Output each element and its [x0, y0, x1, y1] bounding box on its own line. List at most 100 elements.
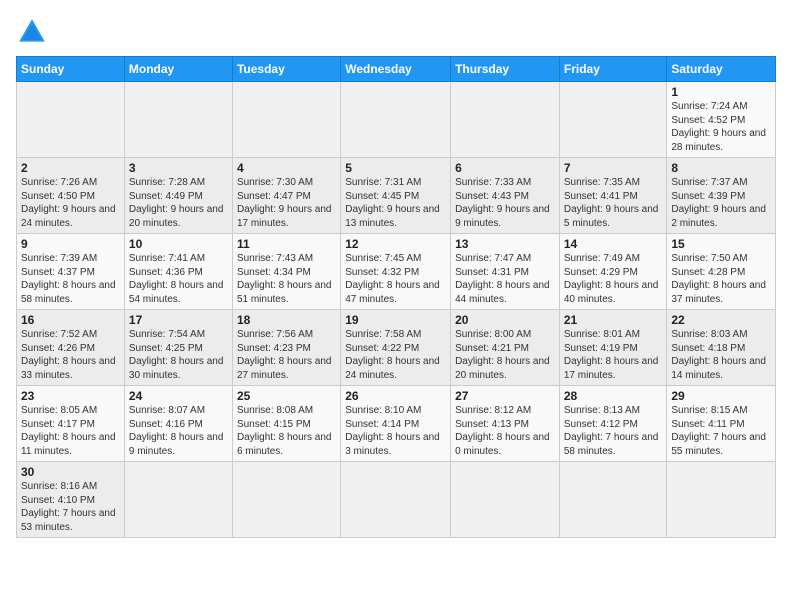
day-cell: 24Sunrise: 8:07 AM Sunset: 4:16 PM Dayli…: [124, 386, 232, 462]
day-info: Sunrise: 7:30 AM Sunset: 4:47 PM Dayligh…: [237, 176, 336, 230]
day-cell: [451, 82, 560, 158]
header-monday: Monday: [124, 57, 232, 82]
week-row-3: 16Sunrise: 7:52 AM Sunset: 4:26 PM Dayli…: [17, 310, 776, 386]
day-number: 12: [345, 237, 446, 251]
day-cell: 15Sunrise: 7:50 AM Sunset: 4:28 PM Dayli…: [667, 234, 776, 310]
day-cell: 6Sunrise: 7:33 AM Sunset: 4:43 PM Daylig…: [451, 158, 560, 234]
day-info: Sunrise: 7:24 AM Sunset: 4:52 PM Dayligh…: [671, 100, 771, 154]
day-cell: 28Sunrise: 8:13 AM Sunset: 4:12 PM Dayli…: [559, 386, 667, 462]
calendar-body: 1Sunrise: 7:24 AM Sunset: 4:52 PM Daylig…: [17, 82, 776, 538]
day-cell: 5Sunrise: 7:31 AM Sunset: 4:45 PM Daylig…: [341, 158, 451, 234]
day-cell: 30Sunrise: 8:16 AM Sunset: 4:10 PM Dayli…: [17, 462, 125, 538]
day-cell: 8Sunrise: 7:37 AM Sunset: 4:39 PM Daylig…: [667, 158, 776, 234]
day-cell: [341, 462, 451, 538]
day-info: Sunrise: 7:58 AM Sunset: 4:22 PM Dayligh…: [345, 328, 446, 382]
week-row-4: 23Sunrise: 8:05 AM Sunset: 4:17 PM Dayli…: [17, 386, 776, 462]
day-number: 28: [564, 389, 663, 403]
day-info: Sunrise: 8:03 AM Sunset: 4:18 PM Dayligh…: [671, 328, 771, 382]
day-number: 22: [671, 313, 771, 327]
day-info: Sunrise: 7:31 AM Sunset: 4:45 PM Dayligh…: [345, 176, 446, 230]
header-friday: Friday: [559, 57, 667, 82]
day-info: Sunrise: 7:56 AM Sunset: 4:23 PM Dayligh…: [237, 328, 336, 382]
week-row-2: 9Sunrise: 7:39 AM Sunset: 4:37 PM Daylig…: [17, 234, 776, 310]
day-cell: [232, 82, 340, 158]
day-info: Sunrise: 8:01 AM Sunset: 4:19 PM Dayligh…: [564, 328, 663, 382]
day-info: Sunrise: 7:37 AM Sunset: 4:39 PM Dayligh…: [671, 176, 771, 230]
day-cell: 20Sunrise: 8:00 AM Sunset: 4:21 PM Dayli…: [451, 310, 560, 386]
day-info: Sunrise: 8:00 AM Sunset: 4:21 PM Dayligh…: [455, 328, 555, 382]
day-info: Sunrise: 8:16 AM Sunset: 4:10 PM Dayligh…: [21, 480, 120, 534]
day-number: 27: [455, 389, 555, 403]
calendar-header: SundayMondayTuesdayWednesdayThursdayFrid…: [17, 57, 776, 82]
day-cell: 27Sunrise: 8:12 AM Sunset: 4:13 PM Dayli…: [451, 386, 560, 462]
week-row-1: 2Sunrise: 7:26 AM Sunset: 4:50 PM Daylig…: [17, 158, 776, 234]
day-cell: [341, 82, 451, 158]
day-cell: 21Sunrise: 8:01 AM Sunset: 4:19 PM Dayli…: [559, 310, 667, 386]
day-number: 20: [455, 313, 555, 327]
day-cell: [559, 82, 667, 158]
day-number: 9: [21, 237, 120, 251]
day-number: 17: [129, 313, 228, 327]
day-number: 8: [671, 161, 771, 175]
day-info: Sunrise: 8:15 AM Sunset: 4:11 PM Dayligh…: [671, 404, 771, 458]
day-info: Sunrise: 7:43 AM Sunset: 4:34 PM Dayligh…: [237, 252, 336, 306]
day-info: Sunrise: 7:35 AM Sunset: 4:41 PM Dayligh…: [564, 176, 663, 230]
day-info: Sunrise: 7:28 AM Sunset: 4:49 PM Dayligh…: [129, 176, 228, 230]
day-info: Sunrise: 7:50 AM Sunset: 4:28 PM Dayligh…: [671, 252, 771, 306]
day-number: 3: [129, 161, 228, 175]
day-info: Sunrise: 8:07 AM Sunset: 4:16 PM Dayligh…: [129, 404, 228, 458]
day-info: Sunrise: 8:12 AM Sunset: 4:13 PM Dayligh…: [455, 404, 555, 458]
day-number: 23: [21, 389, 120, 403]
day-number: 7: [564, 161, 663, 175]
day-cell: 7Sunrise: 7:35 AM Sunset: 4:41 PM Daylig…: [559, 158, 667, 234]
day-cell: 10Sunrise: 7:41 AM Sunset: 4:36 PM Dayli…: [124, 234, 232, 310]
day-number: 11: [237, 237, 336, 251]
day-number: 10: [129, 237, 228, 251]
logo-icon: [16, 16, 48, 48]
header-row: SundayMondayTuesdayWednesdayThursdayFrid…: [17, 57, 776, 82]
day-cell: 19Sunrise: 7:58 AM Sunset: 4:22 PM Dayli…: [341, 310, 451, 386]
day-cell: 3Sunrise: 7:28 AM Sunset: 4:49 PM Daylig…: [124, 158, 232, 234]
day-number: 18: [237, 313, 336, 327]
day-cell: [559, 462, 667, 538]
day-cell: 4Sunrise: 7:30 AM Sunset: 4:47 PM Daylig…: [232, 158, 340, 234]
day-cell: [124, 462, 232, 538]
day-info: Sunrise: 7:49 AM Sunset: 4:29 PM Dayligh…: [564, 252, 663, 306]
day-number: 26: [345, 389, 446, 403]
day-info: Sunrise: 7:33 AM Sunset: 4:43 PM Dayligh…: [455, 176, 555, 230]
day-number: 21: [564, 313, 663, 327]
day-cell: 12Sunrise: 7:45 AM Sunset: 4:32 PM Dayli…: [341, 234, 451, 310]
day-number: 1: [671, 85, 771, 99]
day-cell: 14Sunrise: 7:49 AM Sunset: 4:29 PM Dayli…: [559, 234, 667, 310]
logo: [16, 16, 52, 48]
header-sunday: Sunday: [17, 57, 125, 82]
day-info: Sunrise: 8:10 AM Sunset: 4:14 PM Dayligh…: [345, 404, 446, 458]
day-number: 2: [21, 161, 120, 175]
day-cell: 1Sunrise: 7:24 AM Sunset: 4:52 PM Daylig…: [667, 82, 776, 158]
day-info: Sunrise: 7:47 AM Sunset: 4:31 PM Dayligh…: [455, 252, 555, 306]
day-cell: 17Sunrise: 7:54 AM Sunset: 4:25 PM Dayli…: [124, 310, 232, 386]
week-row-5: 30Sunrise: 8:16 AM Sunset: 4:10 PM Dayli…: [17, 462, 776, 538]
day-cell: [451, 462, 560, 538]
day-number: 15: [671, 237, 771, 251]
header: [16, 16, 776, 48]
day-cell: [124, 82, 232, 158]
day-cell: [667, 462, 776, 538]
day-cell: 16Sunrise: 7:52 AM Sunset: 4:26 PM Dayli…: [17, 310, 125, 386]
day-cell: [232, 462, 340, 538]
day-info: Sunrise: 7:45 AM Sunset: 4:32 PM Dayligh…: [345, 252, 446, 306]
day-number: 16: [21, 313, 120, 327]
week-row-0: 1Sunrise: 7:24 AM Sunset: 4:52 PM Daylig…: [17, 82, 776, 158]
day-info: Sunrise: 7:39 AM Sunset: 4:37 PM Dayligh…: [21, 252, 120, 306]
day-number: 29: [671, 389, 771, 403]
header-thursday: Thursday: [451, 57, 560, 82]
day-number: 30: [21, 465, 120, 479]
day-cell: 9Sunrise: 7:39 AM Sunset: 4:37 PM Daylig…: [17, 234, 125, 310]
day-info: Sunrise: 8:05 AM Sunset: 4:17 PM Dayligh…: [21, 404, 120, 458]
day-number: 24: [129, 389, 228, 403]
day-number: 14: [564, 237, 663, 251]
day-info: Sunrise: 7:52 AM Sunset: 4:26 PM Dayligh…: [21, 328, 120, 382]
day-number: 6: [455, 161, 555, 175]
day-number: 5: [345, 161, 446, 175]
day-cell: 29Sunrise: 8:15 AM Sunset: 4:11 PM Dayli…: [667, 386, 776, 462]
